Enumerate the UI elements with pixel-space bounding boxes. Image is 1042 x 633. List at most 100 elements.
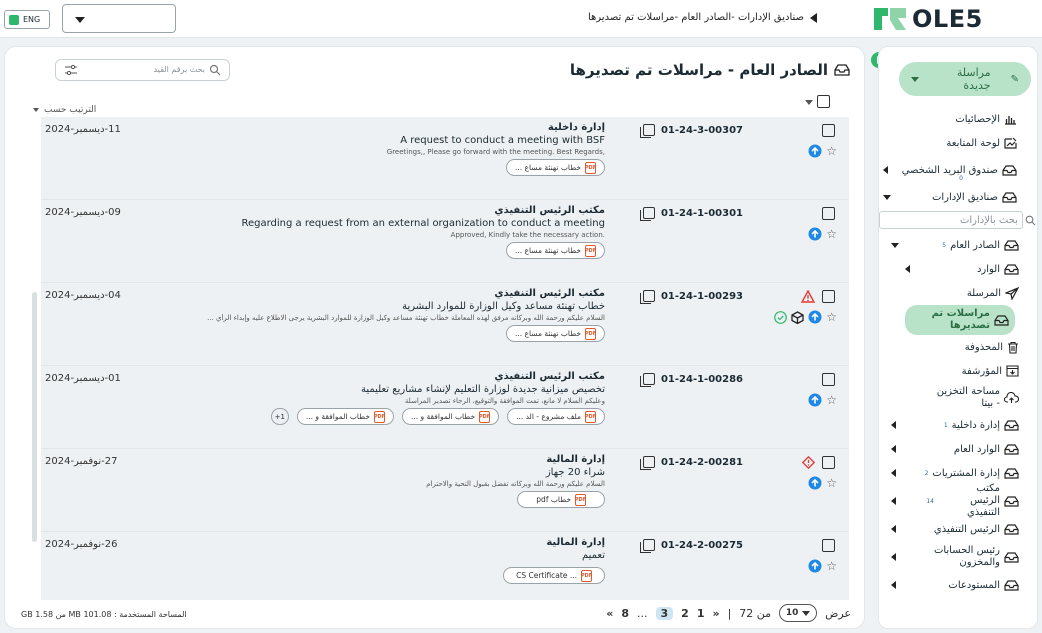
new-message-button[interactable]: ✎ مراسلة جديدة	[899, 62, 1031, 96]
attachment-chip[interactable]: PDF خطاب pdf	[517, 491, 605, 508]
filter-sliders-icon[interactable]	[64, 64, 78, 76]
sidebar-item-personal-mailbox[interactable]: صندوق البريد الشخصي 0	[879, 155, 1039, 185]
sidebar-item-storage-beta[interactable]: مساحة التخزين - بيتا	[879, 383, 1039, 413]
list-item[interactable]: 04-ديسمبر-2024 ☆ 01-24-1-00293 مكتب الرئ…	[41, 283, 849, 366]
count-badge: 5	[942, 241, 947, 249]
item-subject: تعميم	[581, 550, 605, 561]
star-icon[interactable]: ☆	[826, 310, 837, 324]
select-options-chevron-icon[interactable]	[805, 100, 813, 105]
list-item[interactable]: 11-ديسمبر-2024 ☆ 01-24-3-00307 إدارة داخ…	[41, 117, 849, 200]
item-subject: شراء 20 جهاز	[545, 467, 605, 478]
attachment-name: خطاب pdf	[536, 495, 571, 504]
pencil-icon: ✎	[1010, 73, 1019, 85]
logo: OLE5	[872, 5, 983, 33]
search-input[interactable]: بحث برقم القيد	[154, 65, 205, 74]
sidebar-item-ceo-office[interactable]: مكتب الرئيس التنفيذي 14	[879, 483, 1039, 518]
sort-by-dropdown[interactable]: الترتيب حسب	[33, 105, 96, 115]
attachment-chip[interactable]: PDF خطاب تهنئة مساع ...	[506, 159, 605, 176]
attachment-chip[interactable]: PDF خطاب الموافقة و ...	[401, 408, 500, 425]
first-page-button[interactable]: «	[712, 607, 719, 620]
star-icon[interactable]: ☆	[826, 227, 837, 241]
sidebar-item-accounts-inventory[interactable]: رئيس الحسابات والمخزون	[879, 541, 1039, 573]
attachment-list: PDF خطاب تهنئة مساع ...	[65, 325, 605, 342]
list-scrollbar[interactable]	[32, 292, 37, 542]
chevron-down-icon	[891, 242, 899, 248]
copy-icon[interactable]	[639, 124, 655, 138]
sidebar-item-ceo[interactable]: الرئيس التنفيذي	[879, 517, 1039, 541]
item-department: مكتب الرئيس التنفيذي	[494, 205, 605, 216]
select-all-checkbox[interactable]	[817, 95, 830, 108]
archive-icon	[1006, 365, 1019, 377]
item-body: مكتب الرئيس التنفيذي خطاب تهنئة مساعد وك…	[65, 288, 605, 342]
sidebar-item-warehouses[interactable]: المستودعات	[879, 573, 1039, 597]
department-search-input[interactable]: بحث بالإدارات	[960, 215, 1018, 226]
list-item[interactable]: 09-ديسمبر-2024 ☆ 01-24-1-00301 مكتب الرئ…	[41, 200, 849, 283]
attachment-chip[interactable]: PDF خطاب تهنئة مساع ...	[506, 325, 605, 342]
sidebar-item-label: المؤرشفة	[961, 365, 1002, 377]
page-size-select[interactable]: 10	[779, 604, 818, 622]
reference-number: 01-24-1-00301	[660, 207, 743, 219]
item-checkbox[interactable]	[822, 290, 835, 303]
item-checkbox[interactable]	[822, 207, 835, 220]
list-item[interactable]: 01-ديسمبر-2024 ☆ 01-24-1-00286 مكتب الرئ…	[41, 366, 849, 449]
copy-icon[interactable]	[639, 456, 655, 470]
sidebar-item-general-outgoing[interactable]: الصادر العام 5	[879, 233, 1039, 257]
sidebar-item-procurement[interactable]: إدارة المشتريات 2	[879, 461, 1039, 485]
last-page-button[interactable]: »	[606, 607, 613, 620]
item-checkbox[interactable]	[822, 373, 835, 386]
sidebar-item-internal-dept[interactable]: إدارة داخلية 1	[879, 413, 1039, 437]
star-icon[interactable]: ☆	[826, 559, 837, 573]
sidebar-item-incoming[interactable]: الوارد	[879, 257, 1039, 281]
chevron-left-icon	[891, 445, 896, 453]
page-button-2[interactable]: 2	[681, 607, 689, 620]
item-subject: تخصيص ميزانية جديدة لوزارة التعليم لإنشا…	[360, 384, 605, 395]
sidebar-item-deleted[interactable]: المحذوفة	[879, 335, 1039, 359]
star-icon[interactable]: ☆	[826, 144, 837, 158]
list-item[interactable]: 26-نوفمبر-2024 ☆ 01-24-2-00275 إدارة الم…	[41, 532, 849, 600]
page-button-1[interactable]: 1	[697, 607, 705, 620]
star-icon[interactable]: ☆	[826, 393, 837, 407]
attachment-chip[interactable]: PDF خطاب تهنئة مساع ...	[506, 242, 605, 259]
package-icon	[791, 310, 804, 324]
chevron-down-icon	[75, 17, 85, 23]
department-search[interactable]: بحث بالإدارات	[879, 211, 1036, 229]
logo-text: OLE5	[912, 5, 983, 33]
sidebar-item-label: المحذوفة	[964, 341, 1003, 353]
sidebar-item-exported[interactable]: مراسلات تم تصديرها	[905, 305, 1015, 335]
item-checkbox[interactable]	[822, 539, 835, 552]
sidebar-item-statistics[interactable]: الإحصائيات	[879, 107, 1039, 131]
copy-icon[interactable]	[639, 207, 655, 221]
item-body: مكتب الرئيس التنفيذي Regarding a request…	[65, 205, 605, 259]
reference-number: 01-24-1-00293	[660, 290, 743, 302]
sidebar-item-sent[interactable]: المرسلة	[879, 281, 1039, 305]
top-dropdown[interactable]	[62, 4, 176, 33]
sidebar-item-department-boxes[interactable]: صناديق الإدارات	[879, 185, 1039, 209]
breadcrumb: صناديق الإدارات -الصادر العام -مراسلات ت…	[588, 12, 817, 23]
attachment-chip[interactable]: PDF ملف مشروع - الد ...	[507, 408, 605, 425]
attachment-list: PDF CS Certificate ...	[65, 567, 605, 584]
page-button-current[interactable]: 3	[655, 606, 674, 620]
total-count: من 72	[739, 606, 772, 620]
language-switch[interactable]: ENG	[4, 10, 50, 29]
page-button-8[interactable]: 8	[621, 607, 629, 620]
more-attachments-button[interactable]: 1+	[270, 408, 289, 425]
sidebar-item-archived[interactable]: المؤرشفة	[879, 359, 1039, 383]
list-item[interactable]: 27-نوفمبر-2024 ☆ 01-24-2-00281 إدارة الم…	[41, 449, 849, 532]
logo-mark-icon	[874, 8, 906, 30]
item-checkbox[interactable]	[822, 124, 835, 137]
attachment-chip[interactable]: PDF خطاب الموافقة و ...	[296, 408, 394, 425]
copy-icon[interactable]	[639, 539, 655, 553]
copy-icon[interactable]	[639, 290, 655, 304]
attachment-chip[interactable]: PDF CS Certificate ...	[503, 567, 605, 584]
reference-search[interactable]: بحث برقم القيد	[55, 59, 230, 81]
item-checkbox[interactable]	[822, 456, 835, 469]
correspondence-list: 11-ديسمبر-2024 ☆ 01-24-3-00307 إدارة داخ…	[41, 117, 849, 600]
chevron-down-icon	[883, 194, 891, 200]
attachment-name: خطاب الموافقة و ...	[305, 412, 370, 421]
star-icon[interactable]: ☆	[826, 476, 837, 490]
sidebar-item-general-incoming[interactable]: الوارد العام	[879, 437, 1039, 461]
attachment-list: PDF خطاب تهنئة مساع ...	[65, 159, 605, 176]
copy-icon[interactable]	[639, 373, 655, 387]
sidebar-item-dashboard[interactable]: لوحة المتابعة	[879, 131, 1039, 155]
sidebar-item-label: مراسلات تم تصديرها	[931, 308, 990, 331]
